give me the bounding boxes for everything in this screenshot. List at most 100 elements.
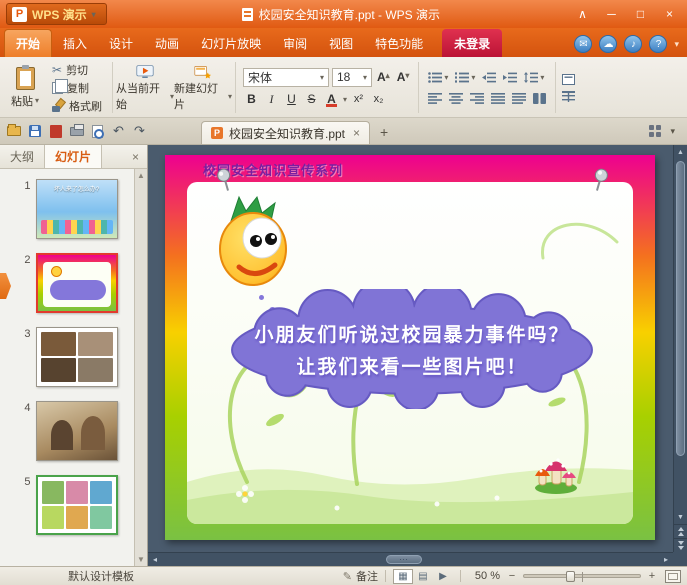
cloud-service-icon[interactable]: ☁ xyxy=(599,35,618,53)
zoom-out-button[interactable]: − xyxy=(506,570,518,582)
zoom-percentage[interactable]: 50 % xyxy=(468,570,500,582)
align-right-button[interactable] xyxy=(468,90,486,107)
tab-design[interactable]: 设计 xyxy=(98,29,144,57)
notification-icon[interactable]: ♪ xyxy=(624,35,643,53)
align-center-button[interactable] xyxy=(447,90,465,107)
export-pdf-button[interactable] xyxy=(48,124,63,138)
workspace-layout-icon[interactable] xyxy=(649,125,662,137)
slide-thumbnail-row-4: 4 xyxy=(17,401,118,461)
bold-button[interactable]: B xyxy=(243,91,260,108)
previous-slide-button[interactable] xyxy=(674,524,687,538)
login-button[interactable]: 未登录 xyxy=(442,29,503,57)
panel-tabs: 大纲 幻灯片 × xyxy=(0,145,147,169)
bullet-list-button[interactable]: ▾ xyxy=(426,69,450,86)
panel-scrollbar[interactable]: ▲ ▼ xyxy=(134,169,147,566)
horizontal-scrollbar[interactable]: ◂ ▸ xyxy=(148,552,673,566)
zoom-in-button[interactable]: + xyxy=(646,570,658,582)
document-tab-active[interactable]: P 校园安全知识教育.ppt × xyxy=(201,121,371,144)
fit-to-window-button[interactable] xyxy=(665,569,681,583)
slideshow-view-button[interactable]: ▶ xyxy=(433,569,453,584)
vertical-scroll-thumb[interactable] xyxy=(676,161,685,456)
close-button[interactable]: × xyxy=(656,4,683,24)
scroll-up-icon[interactable]: ▲ xyxy=(674,145,687,159)
slide-panel: 大纲 幻灯片 × 1 坏人来了怎么办? 2 3 4 5 ▲ ▼ xyxy=(0,145,148,566)
slide-3-thumbnail[interactable] xyxy=(35,327,118,387)
strikethrough-button[interactable]: S xyxy=(303,91,320,108)
print-button[interactable] xyxy=(69,123,84,138)
increase-indent-button[interactable] xyxy=(501,69,519,86)
scroll-left-icon[interactable]: ◂ xyxy=(148,555,162,564)
current-slide[interactable]: 校园安全知识宣传系列 小朋友们听说过校园暴力事件吗？ 让我们来看一些图片吧！ xyxy=(165,155,655,540)
justify-button[interactable] xyxy=(489,90,507,107)
tab-home[interactable]: 开始 xyxy=(4,29,53,57)
text-box-icon[interactable] xyxy=(562,73,576,85)
superscript-button[interactable]: x² xyxy=(350,91,367,108)
tab-insert[interactable]: 插入 xyxy=(52,29,98,57)
speech-cloud[interactable]: 小朋友们听说过校园暴力事件吗？ 让我们来看一些图片吧！ xyxy=(223,289,601,409)
new-tab-button[interactable]: + xyxy=(374,122,394,142)
tab-review[interactable]: 审阅 xyxy=(272,29,318,57)
scroll-up-icon[interactable]: ▲ xyxy=(137,171,145,180)
font-name-combo[interactable]: 宋体 ▾ xyxy=(243,67,329,87)
italic-button[interactable]: I xyxy=(263,91,280,108)
slide-1-thumbnail[interactable]: 坏人来了怎么办? xyxy=(35,179,118,239)
redo-button[interactable]: ↷ xyxy=(132,123,147,138)
distribute-icon xyxy=(512,92,527,104)
subscript-button[interactable]: x₂ xyxy=(370,91,387,108)
vertical-scrollbar[interactable]: ▲ ▼ xyxy=(673,145,687,552)
slide-5-thumbnail[interactable] xyxy=(35,475,118,535)
undo-button[interactable]: ↶ xyxy=(111,123,126,138)
normal-view-button[interactable]: ▦ xyxy=(393,568,413,584)
numbered-list-button[interactable]: ▾ xyxy=(453,69,477,86)
slide-4-thumbnail[interactable] xyxy=(35,401,118,461)
tab-slideshow[interactable]: 幻灯片放映 xyxy=(190,29,272,57)
zoom-slider[interactable] xyxy=(523,571,641,582)
underline-button[interactable]: U xyxy=(283,91,300,108)
table-icon[interactable] xyxy=(562,90,576,102)
tab-view[interactable]: 视图 xyxy=(318,29,364,57)
maximize-button[interactable]: □ xyxy=(627,4,654,24)
line-spacing-button[interactable]: ▾ xyxy=(522,69,546,86)
cut-button[interactable]: ✂ 剪切 xyxy=(48,61,109,78)
close-tab-icon[interactable]: × xyxy=(351,126,360,140)
slide-sorter-view-button[interactable]: ▤ xyxy=(413,569,433,584)
format-painter-button[interactable]: 格式刷 xyxy=(48,97,109,114)
tab-special-features[interactable]: 特色功能 xyxy=(364,29,434,57)
paste-button[interactable]: 粘贴 ▾ xyxy=(2,60,48,115)
collapse-window-button[interactable]: ∧ xyxy=(569,4,596,24)
copy-button[interactable]: 复制 xyxy=(48,78,109,96)
close-panel-icon[interactable]: × xyxy=(124,150,147,164)
slides-tab[interactable]: 幻灯片 xyxy=(44,145,103,168)
more-menu-caret-icon[interactable]: ▾ xyxy=(674,39,679,50)
font-color-button[interactable]: A xyxy=(323,91,340,108)
caret-down-icon: ▾ xyxy=(34,96,39,105)
message-icon[interactable]: ✉ xyxy=(574,35,593,53)
tab-animation[interactable]: 动画 xyxy=(144,29,190,57)
slide-2-thumbnail-selected[interactable] xyxy=(35,253,118,313)
zoom-slider-thumb[interactable] xyxy=(565,571,575,582)
design-template-label[interactable]: 默认设计模板 xyxy=(68,568,134,584)
columns-button[interactable] xyxy=(531,90,548,107)
horizontal-scroll-thumb[interactable] xyxy=(385,555,422,564)
decrease-indent-button[interactable] xyxy=(480,69,498,86)
distribute-button[interactable] xyxy=(510,90,528,107)
play-from-current-button[interactable]: 从当前开始 ▾ xyxy=(116,60,174,115)
align-left-button[interactable] xyxy=(426,90,444,107)
help-icon[interactable]: ? xyxy=(649,35,668,53)
open-button[interactable] xyxy=(6,124,21,138)
shrink-font-button[interactable]: A ▾ xyxy=(395,70,412,84)
new-slide-button[interactable]: 新建幻灯片 ▾ xyxy=(174,60,232,115)
font-size-combo[interactable]: 18 ▾ xyxy=(332,67,372,87)
scroll-right-icon[interactable]: ▸ xyxy=(659,555,673,564)
grow-font-button[interactable]: A ▴ xyxy=(375,70,392,84)
notes-button[interactable]: ✎ 备注 xyxy=(343,568,378,584)
scroll-down-icon[interactable]: ▼ xyxy=(137,555,145,564)
scroll-down-icon[interactable]: ▼ xyxy=(674,510,687,524)
wps-menu-button[interactable]: P WPS 演示 ▾ xyxy=(6,3,107,25)
print-preview-button[interactable] xyxy=(90,124,105,139)
save-button[interactable] xyxy=(27,124,42,138)
minimize-button[interactable]: ─ xyxy=(598,4,625,24)
next-slide-button[interactable] xyxy=(674,538,687,552)
outline-tab[interactable]: 大纲 xyxy=(0,145,44,168)
tab-list-caret-icon[interactable]: ▾ xyxy=(670,126,675,137)
